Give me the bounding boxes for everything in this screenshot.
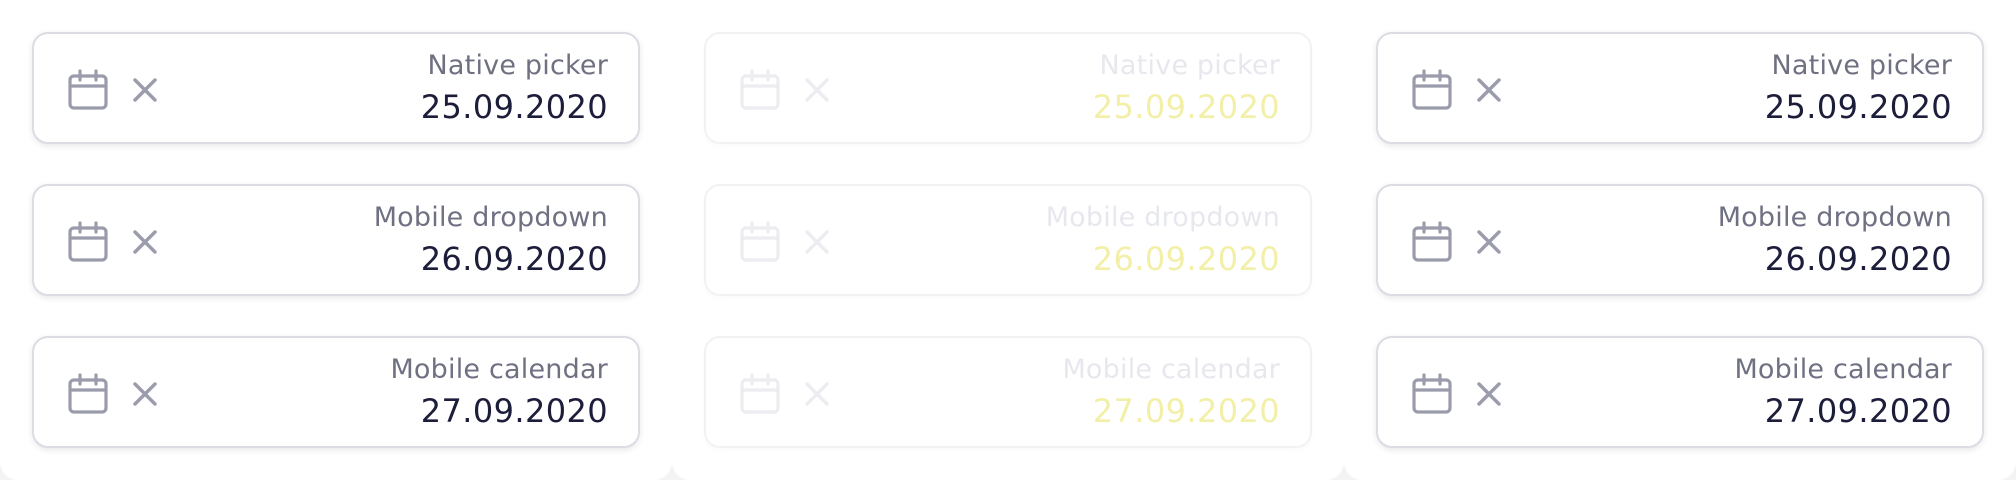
calendar-icon[interactable]: [66, 68, 110, 112]
date-value[interactable]: 25.09.2020: [421, 88, 608, 126]
field-label: Mobile calendar: [1062, 354, 1280, 385]
calendar-icon: [738, 372, 782, 416]
date-field-native-picker[interactable]: Native picker 25.09.2020: [32, 32, 640, 144]
field-label: Mobile dropdown: [1717, 202, 1952, 233]
date-field-mobile-dropdown: Mobile dropdown 26.09.2020: [704, 184, 1312, 296]
close-icon[interactable]: [1476, 229, 1502, 255]
field-label: Native picker: [427, 50, 608, 81]
date-value[interactable]: 27.09.2020: [421, 392, 608, 430]
calendar-icon[interactable]: [66, 220, 110, 264]
date-field-mobile-calendar[interactable]: Mobile calendar 27.09.2020: [32, 336, 640, 448]
close-icon: [804, 381, 830, 407]
date-value[interactable]: 27.09.2020: [1765, 392, 1952, 430]
date-field-native-picker[interactable]: Native picker 25.09.2020: [1376, 32, 1984, 144]
date-field-panel-2-disabled: Native picker 25.09.2020 Mobile dropdown…: [672, 0, 1344, 480]
close-icon: [804, 77, 830, 103]
calendar-icon: [738, 220, 782, 264]
date-value: 26.09.2020: [1092, 240, 1280, 278]
date-field-panel-1: Native picker 25.09.2020 Mobile dropdown…: [0, 0, 672, 480]
close-icon[interactable]: [132, 77, 158, 103]
field-label: Mobile calendar: [390, 354, 608, 385]
close-icon[interactable]: [1476, 77, 1502, 103]
close-icon[interactable]: [132, 229, 158, 255]
close-icon[interactable]: [132, 381, 158, 407]
date-value: 25.09.2020: [1092, 88, 1280, 126]
date-field-mobile-dropdown[interactable]: Mobile dropdown 26.09.2020: [1376, 184, 1984, 296]
date-value[interactable]: 26.09.2020: [1765, 240, 1952, 278]
close-icon: [804, 229, 830, 255]
field-label: Native picker: [1099, 50, 1280, 81]
date-value[interactable]: 26.09.2020: [421, 240, 608, 278]
field-label: Native picker: [1771, 50, 1952, 81]
date-field-native-picker: Native picker 25.09.2020: [704, 32, 1312, 144]
calendar-icon[interactable]: [66, 372, 110, 416]
field-label: Mobile dropdown: [373, 202, 608, 233]
calendar-icon: [738, 68, 782, 112]
field-label: Mobile dropdown: [1045, 202, 1280, 233]
calendar-icon[interactable]: [1410, 68, 1454, 112]
field-label: Mobile calendar: [1734, 354, 1952, 385]
date-field-mobile-dropdown[interactable]: Mobile dropdown 26.09.2020: [32, 184, 640, 296]
date-value[interactable]: 25.09.2020: [1765, 88, 1952, 126]
date-field-panel-3: Native picker 25.09.2020 Mobile dropdown…: [1344, 0, 2016, 480]
date-field-mobile-calendar[interactable]: Mobile calendar 27.09.2020: [1376, 336, 1984, 448]
date-value: 27.09.2020: [1092, 392, 1280, 430]
calendar-icon[interactable]: [1410, 220, 1454, 264]
date-field-mobile-calendar: Mobile calendar 27.09.2020: [704, 336, 1312, 448]
close-icon[interactable]: [1476, 381, 1502, 407]
calendar-icon[interactable]: [1410, 372, 1454, 416]
